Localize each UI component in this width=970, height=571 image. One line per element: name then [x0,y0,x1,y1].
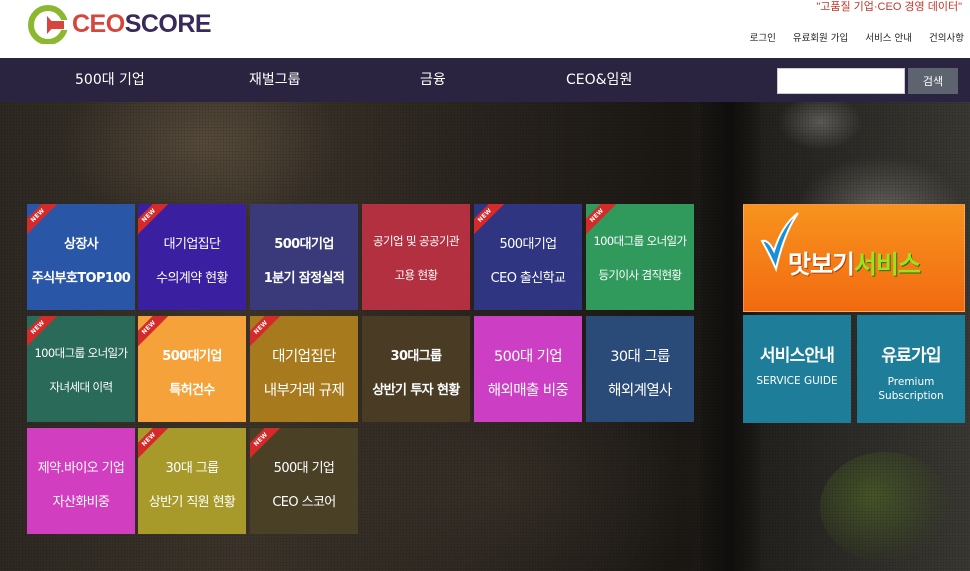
tile-subtitle: 해외매출 비중 [487,383,569,399]
site-header: CEOSCORE "고품질 기업·CEO 경영 데이터" 로그인 유료회원 가입… [0,0,970,58]
search-input[interactable] [777,68,905,94]
tile-subtitle: 고용 현황 [394,268,439,282]
premium-tile[interactable]: 유료가입 Premium Subscription [857,315,965,423]
tile-subtitle: 상반기 직원 현황 [148,495,236,510]
tile-12[interactable]: 제약.바이오 기업자산화비중 [27,428,135,534]
tile-6[interactable]: NEW 100대그룹 오너일가 자녀세대 이력 [27,316,135,422]
tile-4[interactable]: NEW 500대기업 CEO 출신학교 [474,204,582,310]
premium-title: 유료가입 [881,346,941,366]
tile-subtitle: 자녀세대 이력 [49,380,114,394]
tile-subtitle: 주식부호TOP100 [31,271,131,286]
preview-service-label: 맛보기서비스 [788,250,921,279]
service-guide-sub: SERVICE GUIDE [756,375,838,387]
tile-5[interactable]: NEW 100대그룹 오너일가 등기이사 겸직현황 [586,204,694,310]
tile-11[interactable]: 30대 그룹해외계열사 [586,316,694,422]
tile-title: 상장사 [63,237,99,252]
service-guide-title: 서비스안내 [759,346,835,366]
tile-subtitle: CEO 스코어 [272,495,336,510]
tile-subtitle: 1분기 잠정실적 [263,271,345,286]
tile-subtitle: CEO 출신학교 [490,271,566,286]
tile-title: 30대 그룹 [610,349,670,365]
tile-subtitle: 상반기 투자 현황 [372,383,460,398]
nav-ceo-executives[interactable]: CEO&임원 [566,58,632,102]
top-links: 로그인 유료회원 가입 서비스 안내 건의사항 [733,30,964,44]
logo-text: CEOSCORE [72,9,212,38]
suggestion-link[interactable]: 건의사항 [929,30,964,44]
nav-top500[interactable]: 500대 기업 [75,58,145,102]
nav-finance[interactable]: 금융 [420,58,446,102]
tile-title: 100대그룹 오너일가 [593,234,687,248]
tile-title: 공기업 및 공공기관 [373,234,460,248]
signup-link[interactable]: 유료회원 가입 [793,30,848,44]
tile-title: 제약.바이오 기업 [37,461,125,476]
tile-subtitle: 해외계열사 [608,383,672,399]
tile-14[interactable]: NEW 500대 기업 CEO 스코어 [250,428,358,534]
tile-title: 500대 기업 [273,461,335,476]
tile-subtitle: 수의계약 현황 [156,271,228,286]
tile-subtitle: 내부거래 규제 [263,383,345,399]
tile-title: 대기업집단 [163,237,221,252]
tile-title: 500대기업 [499,237,557,252]
tile-title: 500대 기업 [493,349,563,365]
tile-2[interactable]: 500대기업 1분기 잠정실적 [250,204,358,310]
tile-3[interactable]: 공기업 및 공공기관고용 현황 [362,204,470,310]
tile-subtitle: 등기이사 겸직현황 [598,268,683,282]
search-button[interactable]: 검색 [908,68,958,94]
service-guide-tile[interactable]: 서비스안내 SERVICE GUIDE [743,315,851,423]
preview-service-tile[interactable]: 맛보기서비스 [743,204,965,312]
tile-title: 대기업집단 [272,349,336,365]
tile-1[interactable]: NEW 대기업집단 수의계약 현황 [138,204,246,310]
nav-chaebol[interactable]: 재벌그룹 [249,58,301,102]
tile-9[interactable]: 30대그룹상반기 투자 현황 [362,316,470,422]
tile-title: 100대그룹 오너일가 [34,346,128,360]
tile-13[interactable]: NEW 30대 그룹 상반기 직원 현황 [138,428,246,534]
tile-10[interactable]: 500대 기업해외매출 비중 [474,316,582,422]
tile-subtitle: 특허건수 [169,383,215,398]
tile-subtitle: 자산화비중 [52,495,110,510]
logo-icon [28,5,68,44]
tile-0[interactable]: NEW 상장사 주식부호TOP100 [27,204,135,310]
slogan: "고품질 기업·CEO 경영 데이터" [816,1,962,13]
tile-8[interactable]: NEW 대기업집단 내부거래 규제 [250,316,358,422]
premium-sub: Premium Subscription [878,376,944,402]
service-info-link[interactable]: 서비스 안내 [865,30,912,44]
tile-7[interactable]: NEW 500대기업 특허건수 [138,316,246,422]
logo[interactable]: CEOSCORE [28,4,212,44]
tile-title: 30대 그룹 [165,461,220,476]
tile-title: 500대기업 [162,349,222,364]
tile-title: 500대기업 [274,237,334,252]
tile-title: 30대그룹 [390,349,443,364]
login-link[interactable]: 로그인 [750,30,776,44]
